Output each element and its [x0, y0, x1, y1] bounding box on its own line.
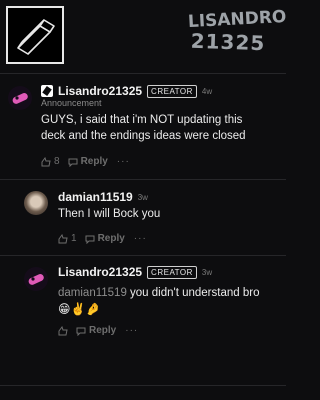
timestamp: 3w — [137, 192, 148, 202]
comment-item: damian11519 3w Then I will Bock you 1 Re… — [0, 180, 286, 254]
reply-icon[interactable] — [76, 326, 86, 336]
creator-badge: CREATOR — [147, 265, 197, 279]
comment-line-2: deck and the endings ideas were closed — [41, 130, 246, 142]
comment-item: Lisandro21325 CREATOR 4w Announcement GU… — [0, 74, 286, 179]
mention-link[interactable]: damian11519 — [58, 287, 127, 299]
announcement-text: Announcement — [41, 98, 102, 108]
comment-text: GUYS, i said that i'm NOT updating this … — [41, 112, 246, 144]
timestamp: 3w — [201, 267, 213, 277]
comment-text: Then I will Bock you — [58, 206, 160, 222]
comment-actions: Reply ··· — [58, 325, 138, 336]
like-count: 1 — [71, 233, 77, 244]
like-icon[interactable] — [58, 233, 68, 244]
username[interactable]: Lisandro21325 — [58, 265, 142, 279]
username[interactable]: Lisandro21325 — [58, 84, 142, 98]
creator-logo: LISANDRO 21325 — [187, 6, 287, 66]
deck-header: LISANDRO 21325 — [0, 0, 287, 72]
more-options-button[interactable]: ··· — [134, 233, 147, 244]
box-icon — [17, 19, 55, 55]
emoji-row: 😁✌️🤌 — [58, 302, 101, 316]
logo-line-2: 21325 — [190, 28, 266, 56]
announcement-label: Announcement — [41, 98, 102, 108]
avatar[interactable] — [24, 267, 48, 291]
comment-text: damian11519 you didn't understand bro 😁✌… — [58, 285, 259, 317]
reply-button[interactable]: Reply — [89, 325, 116, 336]
comment-line-1: Then I will Bock you — [58, 208, 161, 220]
reply-icon[interactable] — [85, 234, 95, 244]
like-count: 8 — [54, 156, 60, 167]
logo-line-1: LISANDRO — [187, 6, 287, 33]
comment-item: Lisandro21325 CREATOR 3w damian11519 you… — [0, 256, 286, 366]
avatar[interactable] — [24, 191, 48, 215]
like-icon[interactable] — [41, 156, 51, 167]
divider — [0, 385, 286, 386]
comment-line-1: damian11519 you didn't understand bro — [58, 285, 259, 301]
username[interactable]: damian11519 — [58, 190, 133, 204]
comment-line-1: GUYS, i said that i'm NOT updating this — [41, 114, 243, 126]
deck-thumbnail[interactable] — [6, 6, 64, 64]
reply-icon[interactable] — [68, 157, 78, 167]
reply-button[interactable]: Reply — [98, 233, 125, 244]
pill-avatar-icon — [12, 93, 28, 104]
comment-header: damian11519 3w — [58, 190, 148, 204]
more-options-button[interactable]: ··· — [125, 325, 138, 336]
pill-avatar-icon — [28, 274, 44, 285]
creator-badge: CREATOR — [147, 84, 197, 98]
comment-header: Lisandro21325 CREATOR 3w — [58, 265, 212, 279]
timestamp: 4w — [201, 86, 213, 96]
reply-button[interactable]: Reply — [81, 156, 108, 167]
avatar[interactable] — [8, 86, 32, 110]
comment-actions: 1 Reply ··· — [58, 233, 147, 244]
verified-icon — [41, 85, 53, 97]
like-icon[interactable] — [58, 325, 68, 336]
comment-actions: 8 Reply ··· — [41, 156, 130, 167]
comment-header: Lisandro21325 CREATOR 4w — [41, 84, 212, 98]
comment-body: you didn't understand bro — [126, 287, 260, 299]
more-options-button[interactable]: ··· — [117, 156, 130, 167]
